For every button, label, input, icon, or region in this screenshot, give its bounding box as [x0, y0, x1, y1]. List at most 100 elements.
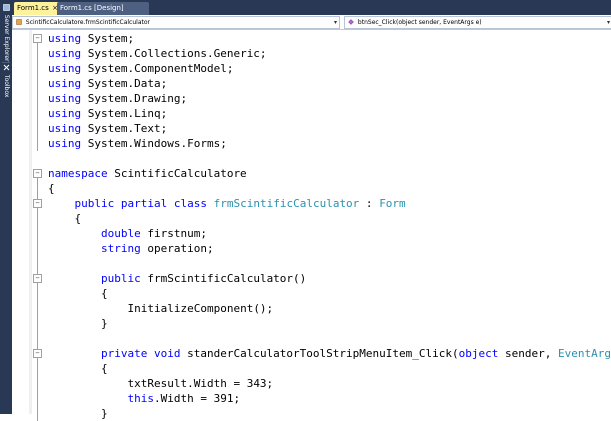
code-line[interactable]: {: [12, 286, 611, 301]
code-line[interactable]: [12, 331, 611, 346]
code-line[interactable]: txtResult.Width = 343;: [12, 376, 611, 391]
keyword-token: public: [100, 272, 141, 285]
identifier-token: :: [359, 197, 380, 210]
code-text: double firstnum;: [48, 226, 207, 241]
keyword-token: using: [48, 62, 82, 75]
code-line[interactable]: using System.Windows.Forms;: [12, 136, 611, 151]
code-text: {: [48, 361, 108, 376]
code-line[interactable]: using System.ComponentModel;: [12, 61, 611, 76]
type-selector-dropdown[interactable]: ScintificCalculatore.frmScintificCalcula…: [12, 16, 340, 29]
identifier-token: System;: [81, 32, 135, 45]
method-icon: [348, 18, 354, 25]
left-dock-bar: Server Explorer Toolbox: [0, 0, 12, 414]
identifier-token: operation;: [140, 242, 214, 255]
code-line[interactable]: [12, 151, 611, 166]
keyword-token: using: [48, 47, 82, 60]
code-text: using System.Data;: [48, 76, 167, 91]
identifier-token: System.Linq;: [81, 107, 168, 120]
tab-form1-design[interactable]: Form1.cs [Design]: [57, 2, 149, 15]
code-line[interactable]: [12, 256, 611, 271]
tab-form1-cs[interactable]: Form1.cs ×: [14, 2, 60, 15]
collapse-toggle-icon[interactable]: −: [33, 199, 42, 208]
code-text: using System.Collections.Generic;: [48, 46, 267, 61]
identifier-token: {: [100, 287, 108, 300]
code-line[interactable]: using System.Collections.Generic;: [12, 46, 611, 61]
code-editor[interactable]: − using System; using System.Collections.G…: [12, 30, 611, 421]
code-line[interactable]: − using System;: [12, 31, 611, 46]
keyword-token: this: [127, 392, 154, 405]
code-text: }: [48, 316, 108, 331]
keyword-token: void: [153, 347, 181, 360]
identifier-token: System.Text;: [81, 122, 168, 135]
keyword-token: partial: [120, 197, 168, 210]
code-text: InitializeComponent();: [48, 301, 273, 316]
keyword-token: using: [48, 137, 82, 150]
code-text: using System;: [48, 31, 134, 46]
code-line[interactable]: {: [12, 211, 611, 226]
identifier-token: firstnum;: [140, 227, 207, 240]
code-line[interactable]: using System.Linq;: [12, 106, 611, 121]
collapse-toggle-icon[interactable]: −: [33, 274, 42, 283]
identifier-token: frmScintificCalculator(): [140, 272, 307, 285]
identifier-token: sender,: [498, 347, 558, 360]
chevron-down-icon: ▾: [606, 19, 610, 26]
collapse-toggle-icon[interactable]: −: [33, 349, 42, 358]
code-text: using System.ComponentModel;: [48, 61, 233, 76]
code-line[interactable]: double firstnum;: [12, 226, 611, 241]
server-explorer-tab[interactable]: Server Explorer: [0, 4, 12, 62]
type-token: Form: [379, 197, 406, 210]
server-explorer-icon: [2, 4, 12, 11]
code-line[interactable]: using System.Text;: [12, 121, 611, 136]
code-text: using System.Drawing;: [48, 91, 187, 106]
code-line[interactable]: using System.Drawing;: [12, 91, 611, 106]
member-selector-dropdown[interactable]: btnSec_Click(object sender, EventArgs e)…: [344, 16, 611, 29]
identifier-token: System.Data;: [81, 77, 168, 90]
identifier-token: {: [74, 212, 82, 225]
server-explorer-label: Server Explorer: [3, 14, 10, 62]
class-icon: [16, 18, 22, 25]
code-text: using System.Windows.Forms;: [48, 136, 227, 151]
collapse-toggle-icon[interactable]: −: [33, 169, 42, 178]
code-line[interactable]: − private void standerCalculatorToolStri…: [12, 346, 611, 361]
keyword-token: double: [100, 227, 141, 240]
code-line[interactable]: − namespace ScintificCalculatore: [12, 166, 611, 181]
type-selector-value: ScintificCalculatore.frmScintificCalcula…: [25, 19, 150, 26]
identifier-token: [207, 197, 214, 210]
code-text: namespace ScintificCalculatore: [48, 166, 247, 181]
code-line[interactable]: InitializeComponent();: [12, 301, 611, 316]
tab-label: Form1.cs: [17, 4, 49, 12]
identifier-token: System.Collections.Generic;: [81, 47, 267, 60]
identifier-token: [114, 197, 121, 210]
code-line[interactable]: string operation;: [12, 241, 611, 256]
code-line[interactable]: }: [12, 316, 611, 331]
toolbox-tab[interactable]: Toolbox: [0, 64, 12, 97]
dock-divider: [2, 62, 10, 63]
identifier-token: .Width = 391;: [153, 392, 241, 405]
tab-label: Form1.cs [Design]: [60, 4, 124, 12]
identifier-token: System.Drawing;: [81, 92, 188, 105]
identifier-token: txtResult.Width = 343;: [127, 377, 274, 390]
identifier-token: {: [48, 182, 55, 195]
code-line[interactable]: − public frmScintificCalculator(): [12, 271, 611, 286]
code-text: {: [48, 286, 108, 301]
code-line[interactable]: {: [12, 181, 611, 196]
code-line[interactable]: {: [12, 361, 611, 376]
code-text: txtResult.Width = 343;: [48, 376, 273, 391]
type-token: EventArgs: [557, 347, 611, 360]
identifier-token: InitializeComponent();: [127, 302, 274, 315]
chevron-down-icon: ▾: [333, 19, 337, 26]
identifier-token: System.Windows.Forms;: [81, 137, 227, 150]
code-line[interactable]: − public partial class frmScintificCalcu…: [12, 196, 611, 211]
code-text: using System.Text;: [48, 121, 167, 136]
code-line[interactable]: using System.Data;: [12, 76, 611, 91]
identifier-token: ScintificCalculatore: [107, 167, 247, 180]
identifier-token: [167, 197, 174, 210]
code-text: public frmScintificCalculator(): [48, 271, 306, 286]
toolbox-icon: [3, 64, 12, 71]
keyword-token: using: [48, 107, 82, 120]
collapse-toggle-icon[interactable]: −: [33, 34, 42, 43]
code-line[interactable]: this.Width = 391;: [12, 391, 611, 406]
identifier-token: }: [100, 317, 108, 330]
identifier-token: standerCalculatorToolStripMenuItem_Click…: [180, 347, 459, 360]
keyword-token: object: [458, 347, 499, 360]
